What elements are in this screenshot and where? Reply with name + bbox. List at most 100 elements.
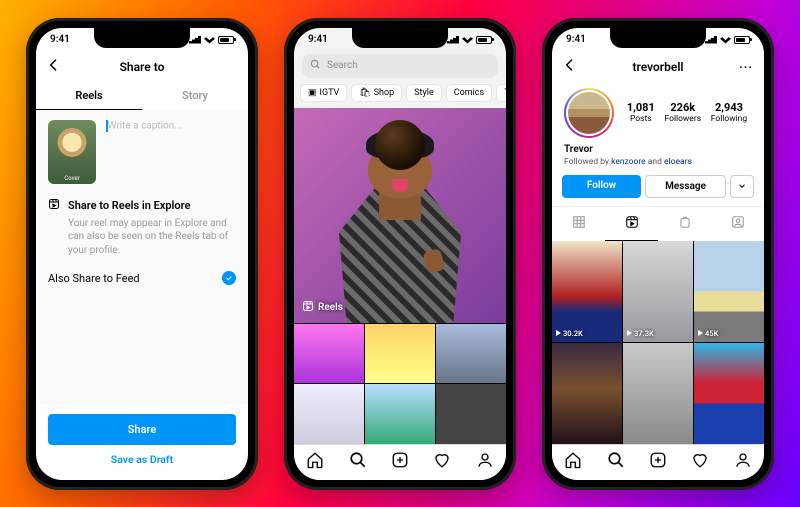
reel-thumbnail[interactable]: 30.2K — [552, 241, 622, 342]
profile-username: trevorbell — [632, 60, 683, 74]
tab-tagged-icon[interactable] — [711, 207, 764, 241]
stat-followers[interactable]: 226kFollowers — [664, 101, 701, 124]
play-icon — [698, 330, 703, 336]
signal-icon — [447, 36, 459, 44]
wifi-icon — [204, 36, 215, 44]
explore-chips: ▣IGTV 🛍︎Shop Style Comics TV & Movies — [294, 84, 506, 108]
nav-activity-icon[interactable] — [433, 451, 451, 473]
battery-icon — [734, 36, 750, 44]
battery-icon — [476, 36, 492, 44]
stat-posts[interactable]: 1,081Posts — [627, 101, 655, 124]
reel-thumbnail[interactable]: 37.3K — [623, 241, 693, 342]
tab-grid-icon[interactable] — [552, 207, 605, 241]
nav-profile-icon[interactable] — [734, 451, 752, 473]
nav-home-icon[interactable] — [306, 451, 324, 473]
search-input[interactable]: Search — [302, 54, 498, 78]
igtv-icon: ▣ — [308, 88, 317, 98]
reels-icon — [302, 300, 314, 315]
explore-thumb[interactable] — [436, 324, 506, 383]
reel-thumbnail[interactable] — [694, 343, 764, 444]
explore-desc: Your reel may appear in Explore and can … — [48, 213, 236, 258]
nav-new-post-icon[interactable] — [649, 451, 667, 473]
explore-thumb[interactable] — [436, 384, 506, 443]
share-footer: Share Save as Draft — [36, 404, 248, 480]
screen-share: 9:41 Share to Reels Story Cover Write a … — [36, 28, 248, 480]
followed-by-user-link[interactable]: eloears — [664, 157, 692, 167]
play-icon — [556, 330, 561, 336]
reel-thumbnail[interactable] — [552, 343, 622, 444]
phone-notch — [352, 28, 448, 48]
nav-profile-icon[interactable] — [476, 451, 494, 473]
profile-reels-grid: 30.2K 37.3K 45K — [552, 241, 764, 444]
nav-new-post-icon[interactable] — [391, 451, 409, 473]
play-icon — [627, 330, 632, 336]
cover-label: Cover — [48, 175, 96, 182]
more-options-icon[interactable]: ··· — [739, 60, 753, 74]
wifi-icon — [462, 36, 473, 44]
save-draft-button[interactable]: Save as Draft — [48, 445, 236, 466]
explore-hero-reel[interactable]: Reels — [294, 108, 506, 324]
chip-comics[interactable]: Comics — [446, 84, 492, 102]
screen-profile: 9:41 trevorbell ··· 1,081Posts 226kFollo… — [552, 28, 764, 480]
back-button[interactable] — [46, 57, 62, 76]
chip-igtv[interactable]: ▣IGTV — [300, 84, 347, 102]
suggested-users-button[interactable] — [730, 175, 754, 198]
feed-toggle-check-icon — [222, 271, 236, 285]
also-share-feed-row[interactable]: Also Share to Feed — [48, 257, 236, 285]
phone-notch — [94, 28, 190, 48]
stat-following[interactable]: 2,943Following — [711, 101, 747, 124]
cover-thumbnail[interactable]: Cover — [48, 120, 96, 184]
search-placeholder: Search — [327, 60, 358, 71]
reel-thumbnail[interactable] — [623, 343, 693, 444]
nav-search-icon[interactable] — [607, 451, 625, 473]
explore-thumb[interactable] — [365, 384, 435, 443]
caption-input[interactable]: Write a caption... — [106, 120, 236, 184]
nav-home-icon[interactable] — [564, 451, 582, 473]
explore-title: Share to Reels in Explore — [68, 199, 190, 212]
chip-style[interactable]: Style — [406, 84, 442, 102]
status-time: 9:41 — [308, 34, 328, 45]
explore-thumb[interactable] — [294, 384, 364, 443]
back-button[interactable] — [562, 57, 578, 76]
share-title: Share to — [120, 60, 165, 74]
battery-icon — [218, 36, 234, 44]
share-tabs: Reels Story — [36, 82, 248, 110]
share-button[interactable]: Share — [48, 414, 236, 445]
chip-tv-movies[interactable]: TV & Movies — [496, 84, 506, 102]
phone-share-to: 9:41 Share to Reels Story Cover Write a … — [26, 18, 258, 490]
share-body: Cover Write a caption... Share to Reels … — [36, 110, 248, 404]
followed-by-user-link[interactable]: kenzoore — [611, 157, 646, 167]
tab-igtv-icon[interactable] — [658, 207, 711, 241]
tab-story[interactable]: Story — [142, 82, 248, 110]
search-icon — [310, 59, 321, 73]
tab-reels[interactable]: Reels — [36, 82, 142, 110]
nav-search-icon[interactable] — [349, 451, 367, 473]
reel-thumbnail[interactable]: 45K — [694, 241, 764, 342]
profile-content-tabs — [552, 206, 764, 241]
profile-display-name: Trevor — [552, 144, 764, 155]
reels-badge: Reels — [302, 300, 343, 315]
phone-notch — [610, 28, 706, 48]
profile-header: trevorbell ··· — [552, 52, 764, 82]
signal-icon — [705, 36, 717, 44]
shop-icon: 🛍︎ — [359, 88, 370, 98]
followed-by-line: Followed by kenzoore and eloears — [552, 155, 764, 175]
profile-stats-row: 1,081Posts 226kFollowers 2,943Following — [552, 82, 764, 144]
bottom-nav — [552, 444, 764, 480]
status-time: 9:41 — [566, 34, 586, 45]
profile-action-buttons: Follow Message — [552, 175, 764, 206]
screen-explore: 9:41 Search ▣IGTV 🛍︎Shop Style Comics TV… — [294, 28, 506, 480]
feed-toggle-label: Also Share to Feed — [48, 272, 140, 285]
chip-shop[interactable]: 🛍︎Shop — [351, 84, 402, 102]
profile-avatar[interactable] — [564, 88, 614, 138]
explore-thumb[interactable] — [294, 324, 364, 383]
message-button[interactable]: Message — [645, 175, 726, 198]
reels-icon — [48, 198, 60, 213]
share-header: Share to — [36, 52, 248, 82]
phone-profile: 9:41 trevorbell ··· 1,081Posts 226kFollo… — [542, 18, 774, 490]
bottom-nav — [294, 444, 506, 480]
tab-reels-icon[interactable] — [605, 207, 658, 241]
explore-thumb[interactable] — [365, 324, 435, 383]
nav-activity-icon[interactable] — [691, 451, 709, 473]
follow-button[interactable]: Follow — [562, 175, 641, 198]
